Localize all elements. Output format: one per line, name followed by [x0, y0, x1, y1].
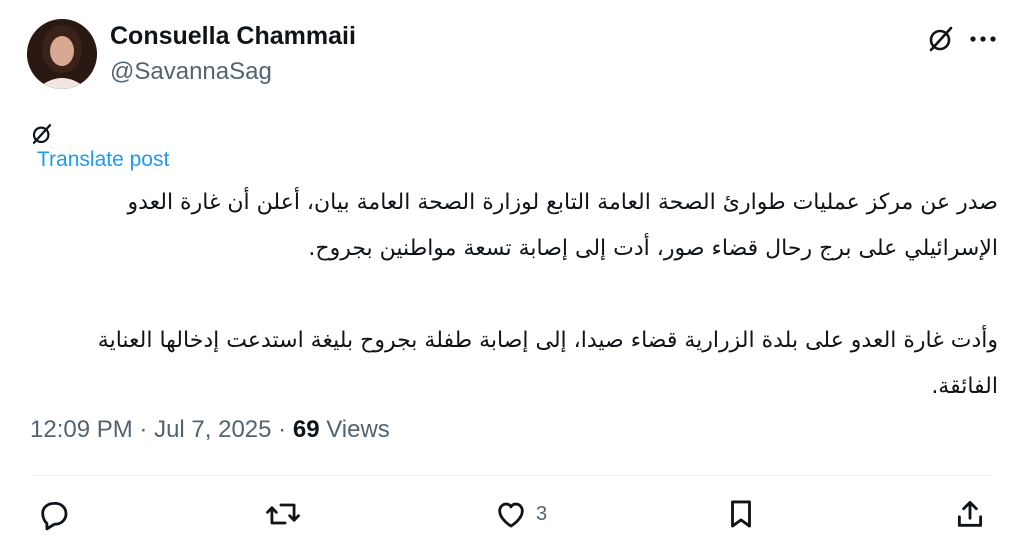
post-paragraph-1: صدر عن مركز عمليات طوارئ الصحة العامة ال… — [127, 190, 998, 261]
more-icon[interactable] — [970, 34, 996, 44]
divider — [30, 475, 994, 476]
header-actions — [926, 24, 996, 54]
reply-icon — [41, 501, 68, 531]
repost-icon — [266, 503, 300, 525]
share-icon — [957, 500, 983, 527]
grok-explain-icon[interactable] — [30, 122, 54, 146]
meta-separator: · — [278, 416, 287, 443]
avatar-image — [27, 19, 97, 89]
post-text: صدر عن مركز عمليات طوارئ الصحة العامة ال… — [60, 180, 998, 410]
translate-post-link[interactable]: Translate post — [37, 148, 169, 172]
author-handle[interactable]: @SavannaSag — [110, 58, 272, 86]
avatar[interactable] — [27, 19, 97, 89]
views-label: Views — [326, 416, 390, 443]
meta-separator: · — [139, 416, 148, 443]
author-display-name[interactable]: Consuella Chammaii — [110, 22, 356, 51]
repost-button[interactable] — [265, 497, 301, 531]
post-card: Consuella Chammaii @SavannaSag Translate… — [0, 0, 1024, 560]
post-date[interactable]: Jul 7, 2025 — [154, 416, 271, 443]
views-count: 69 — [292, 416, 320, 443]
post-time[interactable]: 12:09 PM — [30, 416, 133, 443]
like-count: 3 — [536, 502, 548, 525]
post-paragraph-2: وأدت غارة العدو على بلدة الزرارية قضاء ص… — [97, 328, 998, 399]
share-button[interactable] — [953, 497, 987, 531]
bookmark-icon — [731, 500, 751, 528]
bookmark-button[interactable] — [724, 497, 758, 531]
grok-icon[interactable] — [926, 24, 956, 54]
post-meta: 12:09 PM · Jul 7, 2025 · 69 Views — [30, 416, 390, 444]
like-button[interactable]: 3 — [494, 497, 547, 531]
action-bar: 3 — [0, 497, 1024, 541]
reply-button[interactable] — [37, 497, 71, 531]
like-icon — [498, 502, 524, 528]
